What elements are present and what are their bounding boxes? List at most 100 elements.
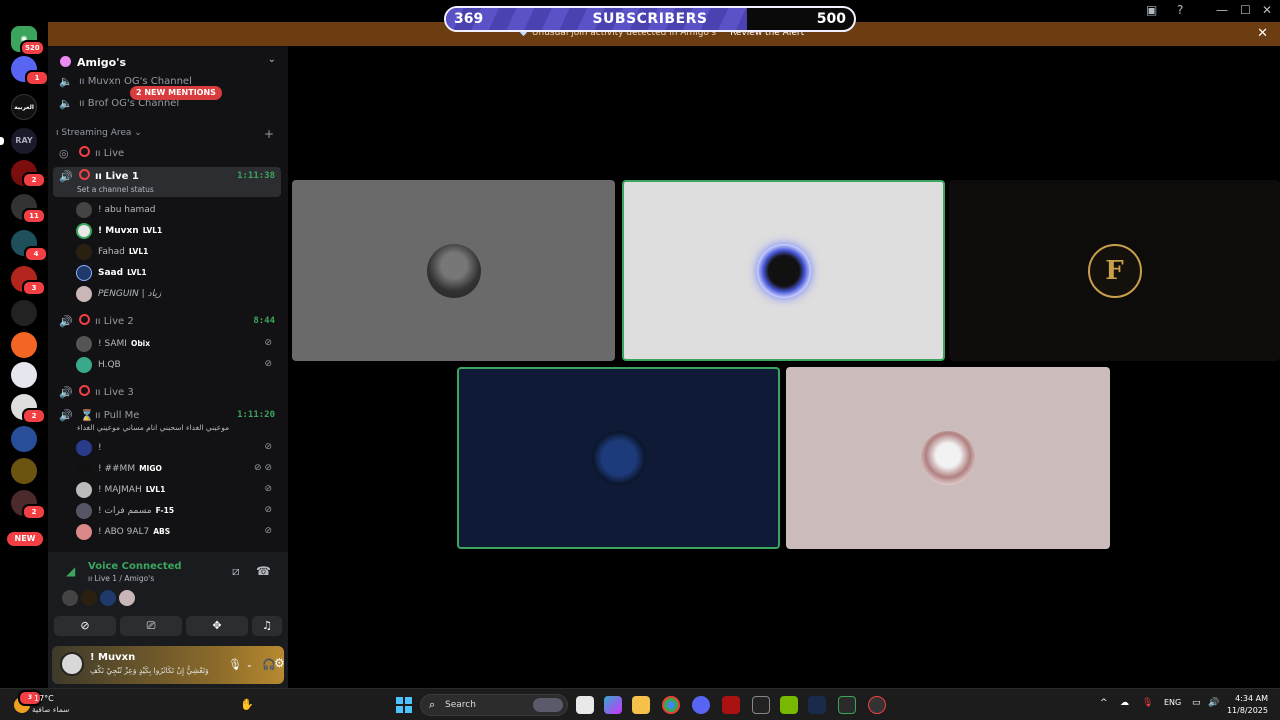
voice-member[interactable]: PENGUIN | زياد (76, 284, 278, 304)
voice-member[interactable]: Fahad LVL1 (76, 242, 278, 262)
voice-icon: 🔈 (59, 75, 73, 88)
chevron-up-icon[interactable]: ^ (1100, 698, 1108, 708)
voice-member[interactable]: ! abu hamad (76, 200, 278, 220)
voice-member[interactable]: ! Muvxn LVL1 (76, 221, 278, 241)
voice-member[interactable]: ! SAMI Obix ⊘ (76, 334, 278, 354)
speaker-icon: 🔊 (59, 386, 73, 399)
avatar (426, 243, 481, 298)
chevron-down-icon[interactable]: ⌄ (268, 54, 276, 65)
close-window-button[interactable]: ✕ (1262, 3, 1272, 17)
avatar[interactable] (62, 590, 78, 606)
chevron-down-icon[interactable]: ⌄ (246, 660, 253, 669)
avatar[interactable] (119, 590, 135, 606)
server-icon[interactable] (11, 362, 37, 388)
microphone-icon[interactable]: 🎙 (228, 658, 242, 671)
chrome-icon[interactable] (662, 696, 680, 714)
clock[interactable]: 4:34 AM 11/8/2025 (1227, 693, 1268, 717)
channel-status[interactable]: Set a channel status (77, 185, 154, 194)
new-badge[interactable]: NEW (7, 532, 43, 546)
member-tag: ABS (153, 527, 171, 536)
server-icon[interactable]: العربية (11, 94, 37, 120)
screenshare-button[interactable]: ⎚ (120, 616, 182, 636)
disconnect-icon[interactable]: ☎ (256, 564, 271, 578)
language-indicator[interactable]: ENG (1164, 698, 1181, 707)
avatar (76, 503, 92, 519)
minimize-button[interactable]: — (1216, 3, 1228, 17)
avatar (76, 202, 92, 218)
channel-pull-me[interactable]: 🔊 ⌛ ıı Pull Me 1:11:20 موعيني الغداء اسح… (53, 406, 281, 432)
noise-suppression-icon[interactable]: ⧄ (232, 564, 240, 579)
search-placeholder: Search (445, 700, 476, 710)
avatar (76, 336, 92, 352)
voice-status-title[interactable]: Voice Connected (88, 561, 182, 572)
avatar (756, 243, 811, 298)
obs-icon[interactable] (868, 696, 886, 714)
server-icon[interactable]: RAY (11, 128, 37, 154)
category-streaming-area[interactable]: ı Streaming Area ⌄ + (56, 127, 280, 142)
participant-tile[interactable] (622, 180, 945, 361)
channel-live-1[interactable]: 🔊 ıı Live 1 1:11:38 Set a channel status (53, 167, 281, 197)
voice-channel-path[interactable]: ıı Live 1 / Amigo's (88, 574, 154, 583)
add-channel-icon[interactable]: + (264, 127, 274, 141)
avatar[interactable] (81, 590, 97, 606)
start-button[interactable] (396, 697, 412, 713)
settings-gear-icon[interactable]: ⚙ (274, 656, 285, 670)
voice-member[interactable]: Saad LVL1 (76, 263, 278, 283)
voice-member[interactable]: ! مسمم فرات F-15 ⊘ (76, 501, 278, 521)
member-tag: LVL1 (128, 247, 149, 256)
task-view-icon[interactable] (576, 696, 594, 714)
voice-member[interactable]: ! ⊘ (76, 438, 278, 458)
voice-member[interactable]: ! MAJMAH LVL1 ⊘ (76, 480, 278, 500)
close-icon[interactable]: ✕ (1257, 26, 1268, 41)
voice-stage: F (288, 46, 1280, 688)
member-name-text: ! مسمم فرات (98, 506, 152, 516)
server-icon[interactable] (11, 332, 37, 358)
file-explorer-icon[interactable] (632, 696, 650, 714)
app-icon[interactable] (752, 696, 770, 714)
app-icon[interactable] (722, 696, 740, 714)
search-box[interactable]: ⌕ Search (420, 694, 568, 716)
voice-member[interactable]: ! ##MM MIGO ⊘ ⊘ (76, 459, 278, 479)
help-icon[interactable]: ? (1177, 3, 1183, 17)
discord-icon[interactable] (692, 696, 710, 714)
guild-name: Amigo's (77, 56, 127, 69)
activities-button[interactable]: ✥ (186, 616, 248, 636)
member-name: Fahad LVL1 (98, 247, 148, 257)
camera-button[interactable]: ⊘ (54, 616, 116, 636)
nvidia-icon[interactable] (780, 696, 798, 714)
network-icon[interactable]: ▭ (1192, 698, 1201, 708)
soundboard-button[interactable]: ♫ (252, 616, 282, 636)
cloud-icon[interactable]: ☁ (1120, 698, 1129, 708)
channel-live-3[interactable]: 🔊 ıı Live 3 (53, 383, 281, 403)
weather-desc: سماء صافية (32, 705, 70, 714)
xbox-icon[interactable] (838, 696, 856, 714)
avatar[interactable] (100, 590, 116, 606)
channel-live[interactable]: ◎ ıı Live (53, 144, 281, 164)
channel-name: ıı Pull Me (95, 410, 140, 421)
user-name[interactable]: ! Muvxn (90, 652, 135, 663)
maximize-button[interactable]: ☐ (1240, 3, 1251, 17)
participant-tile[interactable] (457, 367, 780, 549)
channel-live-2[interactable]: 🔊 ıı Live 2 8:44 (53, 312, 281, 332)
participant-tile[interactable] (786, 367, 1110, 549)
avatar (76, 524, 92, 540)
voice-member[interactable]: ! ABO 9AL7 ABS ⊘ (76, 522, 278, 542)
deafened-icon: ⊘ ⊘ (254, 463, 272, 473)
server-icon[interactable] (11, 426, 37, 452)
steam-icon[interactable] (808, 696, 826, 714)
inbox-icon[interactable]: ▣ (1146, 3, 1157, 17)
microphone-icon[interactable]: 🎙 (1142, 698, 1153, 708)
server-icon[interactable] (11, 300, 37, 326)
server-icon[interactable] (11, 458, 37, 484)
participant-tile[interactable] (292, 180, 615, 361)
member-tag: LVL1 (142, 226, 163, 235)
live-ring-icon (79, 169, 90, 180)
avatar[interactable] (60, 652, 84, 676)
copilot-icon[interactable] (604, 696, 622, 714)
muted-icon: ⊘ (264, 359, 272, 369)
participant-tile[interactable]: F (949, 180, 1280, 361)
volume-icon[interactable]: 🔊 (1208, 698, 1219, 708)
voice-member[interactable]: H.QB ⊘ (76, 355, 278, 375)
new-mentions-pill[interactable]: 2 NEW MENTIONS (130, 86, 222, 100)
taskbar: 3 17°C سماء صافية ✋ ⌕ Search ^ ☁ 🎙 ENG ▭… (0, 688, 1280, 720)
